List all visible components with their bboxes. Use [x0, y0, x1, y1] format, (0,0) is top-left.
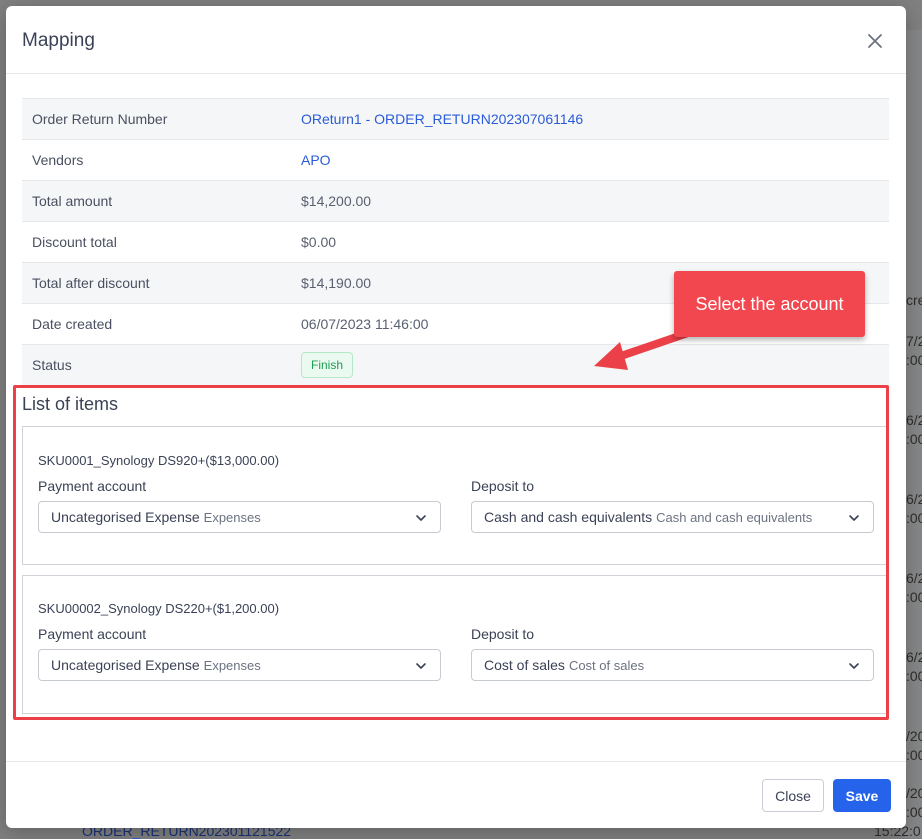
payment-account-select[interactable]: Uncategorised Expense Expenses	[38, 501, 441, 533]
info-row: Status Finish	[22, 344, 889, 386]
vendor-link[interactable]: APO	[301, 152, 331, 168]
info-label: Date created	[22, 303, 291, 345]
deposit-to-select[interactable]: Cost of sales Cost of sales	[471, 649, 874, 681]
deposit-to-label: Deposit to	[471, 626, 535, 642]
info-row: Total amount $14,200.00	[22, 180, 889, 222]
save-button[interactable]: Save	[833, 779, 891, 812]
item-card: SKU0001_Synology DS920+($13,000.00) Paym…	[22, 426, 887, 565]
deposit-to-select[interactable]: Cash and cash equivalents Cash and cash …	[471, 501, 874, 533]
item-card: SKU00002_Synology DS220+($1,200.00) Paym…	[22, 575, 887, 714]
chevron-down-icon	[849, 515, 859, 521]
annotation-callout: Select the account	[674, 271, 865, 337]
status-badge: Finish	[301, 352, 354, 378]
select-value: Uncategorised Expense	[51, 657, 200, 673]
chevron-down-icon	[416, 663, 426, 669]
info-row: Vendors APO	[22, 139, 889, 181]
select-value: Cash and cash equivalents	[484, 509, 653, 525]
item-name: SKU0001_Synology DS920+($13,000.00)	[38, 453, 280, 468]
payment-account-select[interactable]: Uncategorised Expense Expenses	[38, 649, 441, 681]
info-value: $14,200.00	[291, 180, 889, 222]
select-value: Cost of sales	[484, 657, 565, 673]
items-section-title: List of items	[22, 394, 119, 414]
info-label: Total amount	[22, 180, 291, 222]
deposit-to-label: Deposit to	[471, 478, 535, 494]
modal-title: Mapping	[22, 30, 95, 51]
info-value: $0.00	[291, 221, 889, 263]
chevron-down-icon	[849, 663, 859, 669]
select-subvalue: Expenses	[203, 657, 261, 673]
select-subvalue: Cash and cash equivalents	[656, 509, 813, 525]
modal-header: Mapping	[6, 6, 906, 74]
info-label: Vendors	[22, 139, 291, 181]
chevron-down-icon	[416, 515, 426, 521]
info-label: Order Return Number	[22, 98, 291, 140]
select-subvalue: Expenses	[203, 509, 261, 525]
close-button[interactable]: Close	[762, 779, 824, 812]
select-value: Uncategorised Expense	[51, 509, 200, 525]
payment-account-label: Payment account	[38, 626, 147, 642]
select-subvalue: Cost of sales	[568, 657, 645, 673]
modal-footer: Close Save	[6, 761, 906, 828]
info-label: Status	[22, 344, 291, 386]
item-name: SKU00002_Synology DS220+($1,200.00)	[38, 601, 280, 616]
info-row: Order Return Number OReturn1 - ORDER_RET…	[22, 98, 889, 140]
close-icon[interactable]	[862, 28, 888, 54]
payment-account-label: Payment account	[38, 478, 147, 494]
mapping-modal: Mapping Order Return Number OReturn1 - O…	[6, 6, 906, 828]
info-row: Discount total $0.00	[22, 221, 889, 263]
info-label: Discount total	[22, 221, 291, 263]
order-return-number-link[interactable]: OReturn1 - ORDER_RETURN202307061146	[301, 111, 583, 127]
order-info-table: Order Return Number OReturn1 - ORDER_RET…	[22, 98, 889, 386]
info-label: Total after discount	[22, 262, 291, 304]
